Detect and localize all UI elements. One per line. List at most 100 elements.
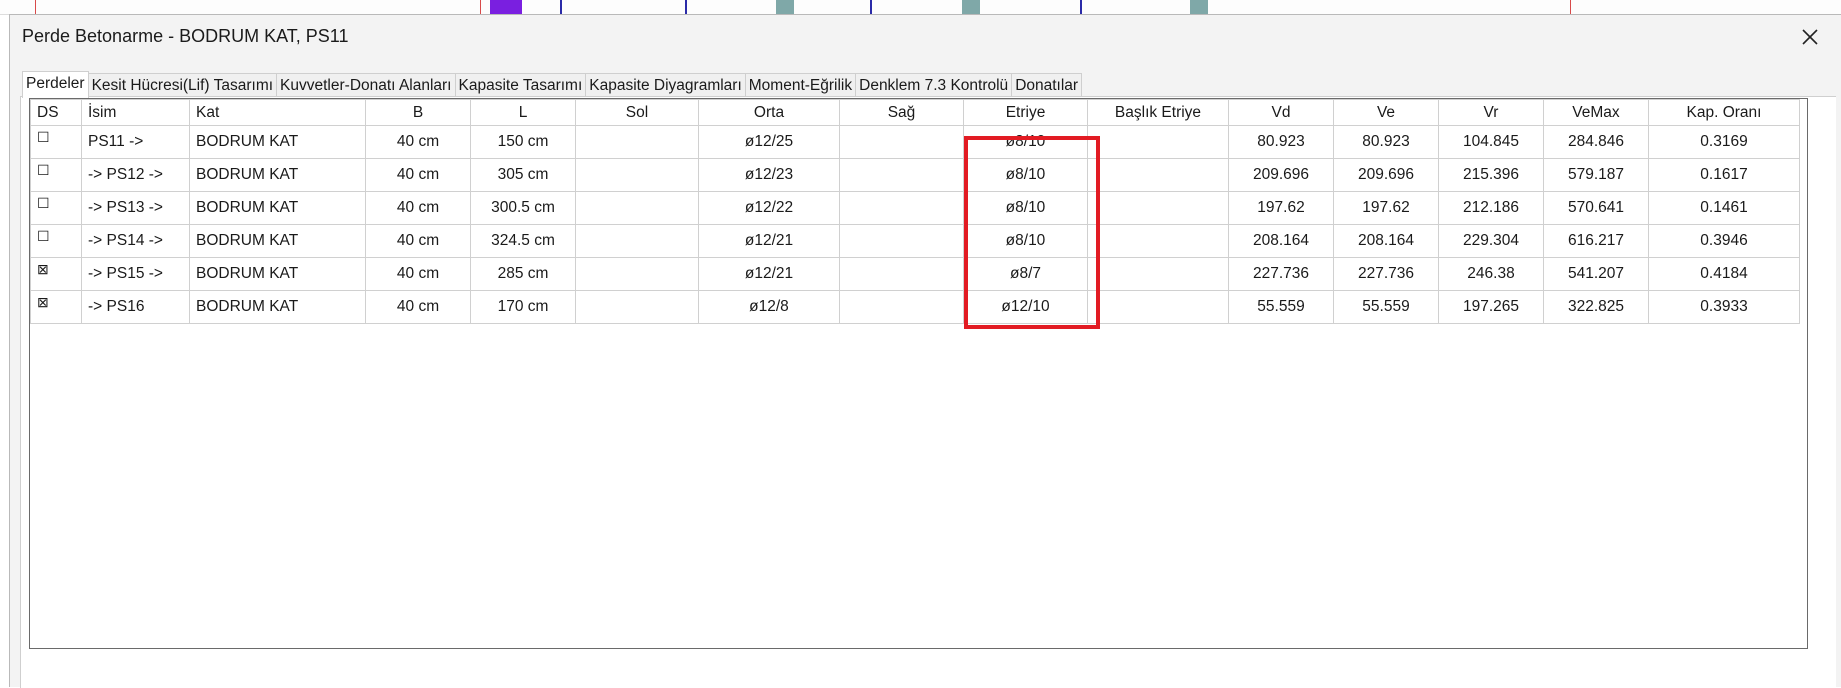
close-button[interactable] [1793,22,1827,52]
cell-l[interactable]: 150 cm [470,125,576,159]
cell-ve[interactable]: 197.62 [1333,191,1439,225]
cell-l[interactable]: 300.5 cm [470,191,576,225]
cell-b[interactable]: 40 cm [365,191,471,225]
cell-isim[interactable]: -> PS14 -> [81,224,190,258]
header-b[interactable]: B [365,99,471,126]
cell-orta[interactable]: ø12/22 [698,191,840,225]
header-kap-orani[interactable]: Kap. Oranı [1648,99,1800,126]
tab-kuvvetler-donati[interactable]: Kuvvetler-Donatı Alanları [277,73,456,97]
cell-l[interactable]: 285 cm [470,257,576,291]
cell-vemax[interactable]: 579.187 [1543,158,1649,192]
cell-vd[interactable]: 197.62 [1228,191,1334,225]
table-row[interactable]: ☐ PS11 -> BODRUM KAT 40 cm 150 cm ø12/25… [30,125,1800,159]
table-row[interactable]: ⊠ -> PS15 -> BODRUM KAT 40 cm 285 cm ø12… [30,257,1800,291]
table-row[interactable]: ☐ -> PS13 -> BODRUM KAT 40 cm 300.5 cm ø… [30,191,1800,225]
ds-checkbox[interactable]: ☐ [30,224,82,258]
cell-sag[interactable] [839,224,964,258]
cell-vemax[interactable]: 616.217 [1543,224,1649,258]
cell-baslik-etriye[interactable] [1087,224,1229,258]
cell-sag[interactable] [839,257,964,291]
cell-vr[interactable]: 197.265 [1438,290,1544,324]
cell-etriye[interactable]: ø8/10 [963,224,1088,258]
cell-vemax[interactable]: 541.207 [1543,257,1649,291]
cell-l[interactable]: 170 cm [470,290,576,324]
header-vemax[interactable]: VeMax [1543,99,1649,126]
cell-sag[interactable] [839,191,964,225]
header-ds[interactable]: DS [30,99,82,126]
cell-baslik-etriye[interactable] [1087,257,1229,291]
cell-orta[interactable]: ø12/8 [698,290,840,324]
cell-isim[interactable]: PS11 -> [81,125,190,159]
header-vd[interactable]: Vd [1228,99,1334,126]
cell-b[interactable]: 40 cm [365,158,471,192]
ds-checkbox[interactable]: ☐ [30,125,82,159]
cell-etriye[interactable]: ø8/10 [963,191,1088,225]
table-row[interactable]: ☐ -> PS14 -> BODRUM KAT 40 cm 324.5 cm ø… [30,224,1800,258]
tab-perdeler[interactable]: Perdeler [22,71,89,98]
header-orta[interactable]: Orta [698,99,840,126]
cell-etriye[interactable]: ø8/10 [963,125,1088,159]
cell-orta[interactable]: ø12/21 [698,224,840,258]
header-sag[interactable]: Sağ [839,99,964,126]
cell-ve[interactable]: 227.736 [1333,257,1439,291]
ds-checkbox[interactable]: ⊠ [30,257,82,291]
cell-orta[interactable]: ø12/23 [698,158,840,192]
cell-ve[interactable]: 55.559 [1333,290,1439,324]
cell-sol[interactable] [575,257,699,291]
header-l[interactable]: L [470,99,576,126]
cell-kat[interactable]: BODRUM KAT [189,224,366,258]
tab-kesit-hucresi[interactable]: Kesit Hücresi(Lif) Tasarımı [88,73,278,97]
cell-sag[interactable] [839,290,964,324]
cell-vemax[interactable]: 322.825 [1543,290,1649,324]
cell-vemax[interactable]: 284.846 [1543,125,1649,159]
cell-vr[interactable]: 215.396 [1438,158,1544,192]
cell-kat[interactable]: BODRUM KAT [189,191,366,225]
cell-vr[interactable]: 212.186 [1438,191,1544,225]
cell-sol[interactable] [575,191,699,225]
header-vr[interactable]: Vr [1438,99,1544,126]
cell-ve[interactable]: 208.164 [1333,224,1439,258]
cell-isim[interactable]: -> PS12 -> [81,158,190,192]
cell-kap-orani[interactable]: 0.1461 [1648,191,1800,225]
cell-sag[interactable] [839,158,964,192]
cell-kap-orani[interactable]: 0.3946 [1648,224,1800,258]
cell-sol[interactable] [575,158,699,192]
cell-vd[interactable]: 209.696 [1228,158,1334,192]
cell-kap-orani[interactable]: 0.3933 [1648,290,1800,324]
cell-baslik-etriye[interactable] [1087,191,1229,225]
table-row[interactable]: ☐ -> PS12 -> BODRUM KAT 40 cm 305 cm ø12… [30,158,1800,192]
tab-kapasite-diyagramlari[interactable]: Kapasite Diyagramları [586,73,746,97]
cell-l[interactable]: 324.5 cm [470,224,576,258]
cell-isim[interactable]: -> PS15 -> [81,257,190,291]
cell-orta[interactable]: ø12/21 [698,257,840,291]
cell-vr[interactable]: 229.304 [1438,224,1544,258]
cell-baslik-etriye[interactable] [1087,290,1229,324]
cell-b[interactable]: 40 cm [365,257,471,291]
cell-etriye[interactable]: ø12/10 [963,290,1088,324]
cell-kap-orani[interactable]: 0.4184 [1648,257,1800,291]
cell-ve[interactable]: 80.923 [1333,125,1439,159]
header-etriye[interactable]: Etriye [963,99,1088,126]
cell-vd[interactable]: 80.923 [1228,125,1334,159]
cell-vd[interactable]: 55.559 [1228,290,1334,324]
ds-checkbox[interactable]: ⊠ [30,290,82,324]
cell-b[interactable]: 40 cm [365,224,471,258]
cell-sol[interactable] [575,125,699,159]
cell-b[interactable]: 40 cm [365,290,471,324]
ds-checkbox[interactable]: ☐ [30,158,82,192]
header-isim[interactable]: İsim [81,99,190,126]
cell-b[interactable]: 40 cm [365,125,471,159]
cell-kat[interactable]: BODRUM KAT [189,158,366,192]
cell-sol[interactable] [575,224,699,258]
cell-l[interactable]: 305 cm [470,158,576,192]
cell-baslik-etriye[interactable] [1087,125,1229,159]
cell-ve[interactable]: 209.696 [1333,158,1439,192]
cell-kap-orani[interactable]: 0.1617 [1648,158,1800,192]
cell-orta[interactable]: ø12/25 [698,125,840,159]
cell-vd[interactable]: 227.736 [1228,257,1334,291]
ds-checkbox[interactable]: ☐ [30,191,82,225]
tab-denklem-kontrolu[interactable]: Denklem 7.3 Kontrolü [856,73,1013,97]
cell-kat[interactable]: BODRUM KAT [189,290,366,324]
walls-data-grid[interactable]: DS İsim Kat B L Sol Orta Sağ Etriye Başl… [29,98,1808,649]
cell-vemax[interactable]: 570.641 [1543,191,1649,225]
